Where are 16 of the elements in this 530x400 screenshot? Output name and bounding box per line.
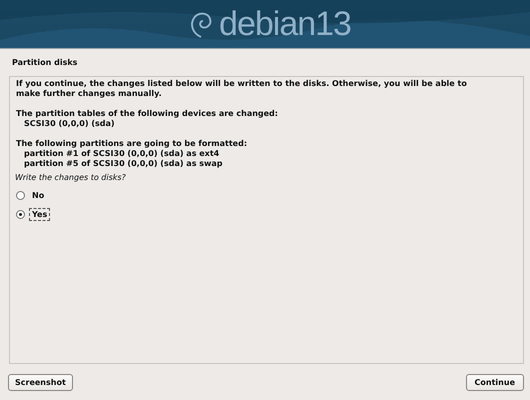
section-heading: The following partitions are going to be formatted:: [16, 139, 248, 149]
option-label[interactable]: No: [29, 189, 48, 202]
list-item: partition #1 of SCSI30 (0,0,0) (sda) as ext4: [23, 149, 220, 159]
continue-button[interactable]: Continue: [466, 374, 524, 391]
radio-button[interactable]: [16, 210, 25, 219]
section-heading: The partition tables of the following devices are changed:: [16, 109, 279, 119]
logo-text: debian: [219, 4, 316, 44]
list-item: SCSI30 (0,0,0) (sda): [23, 119, 116, 129]
screenshot-button[interactable]: Screenshot: [8, 374, 73, 391]
page-title: Partition disks: [11, 57, 78, 69]
list-item: partition #5 of SCSI30 (0,0,0) (sda) as swap: [23, 159, 224, 169]
radio-button[interactable]: [16, 191, 25, 200]
version-text: 13: [315, 4, 351, 44]
question-text: Write the changes to disks?: [15, 173, 127, 183]
option-label[interactable]: Yes: [29, 208, 50, 221]
message-text: If you continue, the changes listed below will be written to the disks. Otherwise, you will be able to make further changes manually.: [16, 79, 468, 99]
